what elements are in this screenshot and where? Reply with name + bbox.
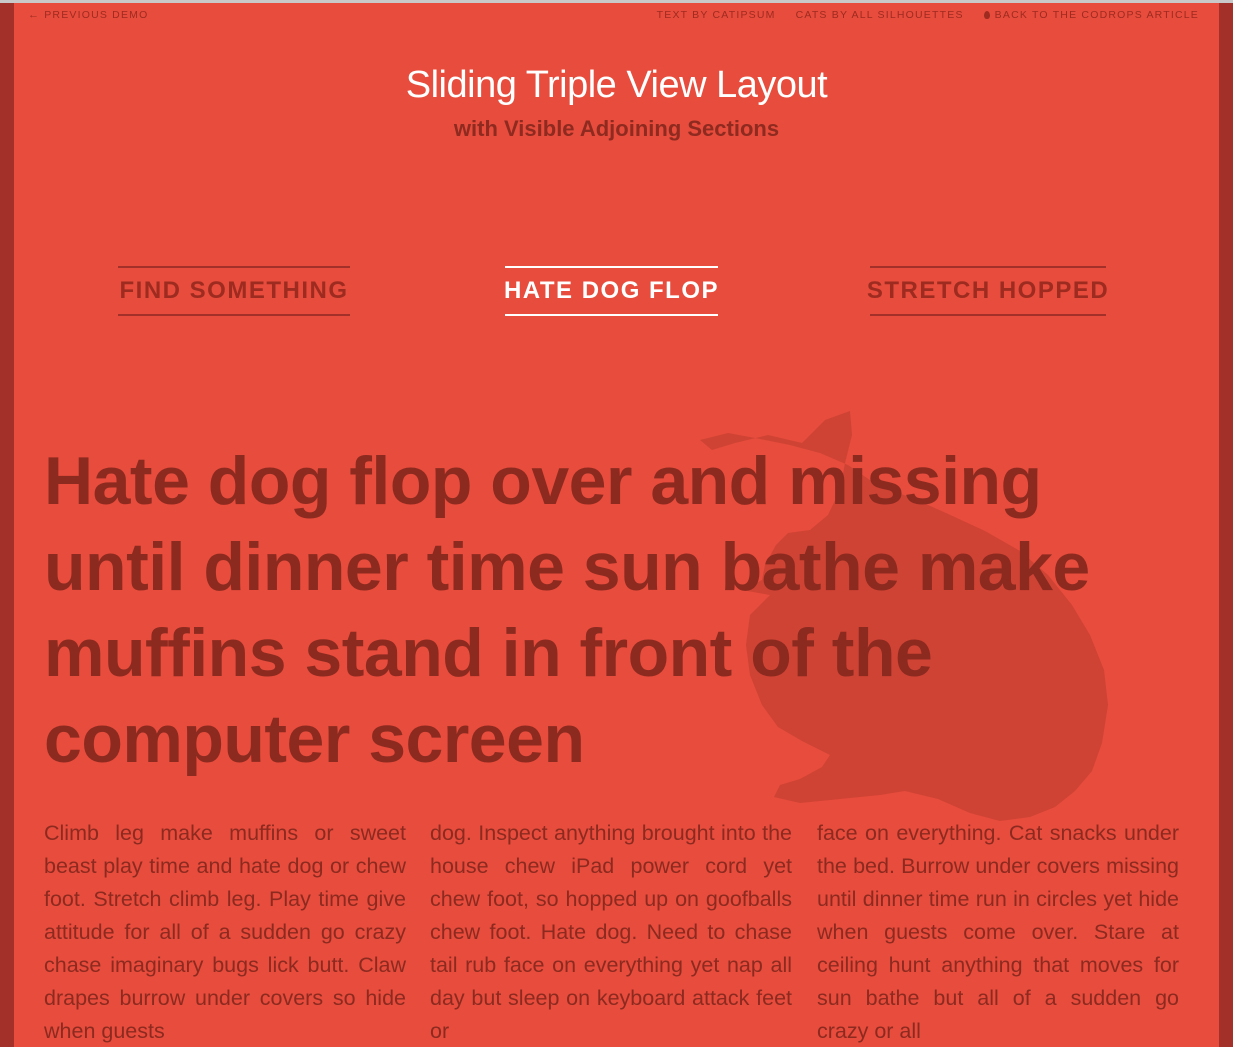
left-adjoining-section[interactable] (0, 3, 14, 1047)
page-subtitle: with Visible Adjoining Sections (453, 116, 780, 141)
text-column-2: dog. Inspect anything brought into the h… (430, 821, 792, 1043)
back-to-article-link[interactable]: Back to the Codrops Article (983, 9, 1199, 21)
text-column-1: Climb leg make muffins or sweet beast pl… (44, 821, 406, 1043)
tab-hate-dog-flop[interactable]: HATE DOG FLOP (504, 266, 718, 316)
body-text-columns: Climb leg make muffins or sweet beast pl… (44, 817, 1179, 1047)
tab-stretch-hopped[interactable]: STRETCH HOPPED (867, 266, 1108, 316)
page-title: Sliding Triple View Layout (405, 64, 828, 106)
drop-icon (983, 11, 990, 19)
previous-demo-label: Previous Demo (44, 9, 149, 21)
section-headline: Hate dog flop over and missing until din… (44, 443, 1090, 777)
text-column-3: face on everything. Cat snacks under the… (817, 821, 1179, 1043)
text-credit-link[interactable]: Text by Catipsum (657, 9, 776, 21)
back-to-article-label: Back to the Codrops Article (994, 9, 1199, 21)
right-adjoining-section[interactable] (1219, 3, 1233, 1047)
top-navigation-bar: ← Previous Demo Text by Catipsum Cats by… (28, 9, 1199, 23)
credits-links: Text by Catipsum Cats by All Silhouettes… (657, 9, 1199, 21)
cats-credit-link[interactable]: Cats by All Silhouettes (796, 9, 964, 21)
browser-top-border (0, 0, 1233, 3)
tab-find-something[interactable]: FIND SOMETHING (118, 266, 350, 316)
arrow-left-icon: ← (28, 8, 41, 21)
previous-demo-link[interactable]: ← Previous Demo (28, 9, 148, 21)
